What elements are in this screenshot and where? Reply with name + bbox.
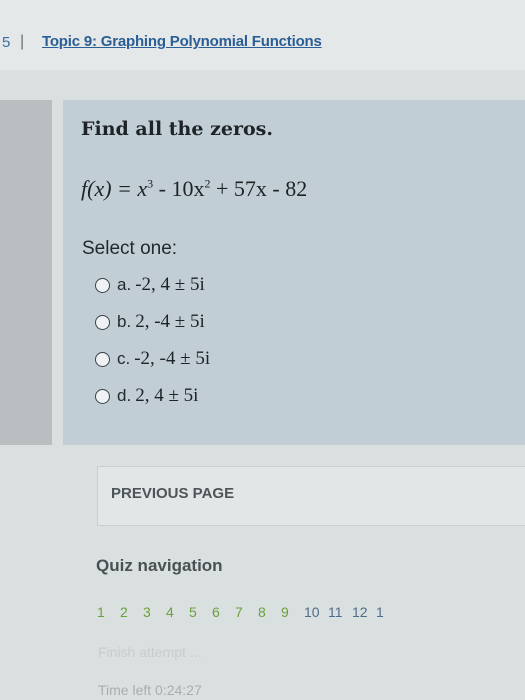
answer-option-c[interactable]: c. -2, -4 ± 5i: [95, 346, 210, 372]
quiz-nav-question-11[interactable]: 11: [328, 604, 352, 620]
quiz-nav-question-12[interactable]: 12: [352, 604, 376, 620]
option-value: -2, 4 ± 5i: [135, 274, 205, 295]
quiz-nav-question-3[interactable]: 3: [143, 604, 166, 620]
left-sidebar-panel: [0, 100, 52, 445]
quiz-nav-question-10[interactable]: 10: [304, 604, 328, 620]
header-bar: 5 | Topic 9: Graphing Polynomial Functio…: [0, 0, 525, 70]
quiz-nav-question-2[interactable]: 2: [120, 604, 143, 620]
quiz-nav-question-4[interactable]: 4: [166, 604, 189, 620]
formula-term-1: x: [137, 176, 148, 201]
answer-option-b[interactable]: b. 2, -4 ± 5i: [95, 309, 205, 335]
previous-page-container: PREVIOUS PAGE: [97, 466, 525, 526]
previous-page-button[interactable]: PREVIOUS PAGE: [111, 485, 234, 502]
answer-option-d[interactable]: d. 2, 4 ± 5i: [95, 383, 198, 409]
option-value: 2, 4 ± 5i: [135, 385, 199, 406]
option-value: 2, -4 ± 5i: [135, 311, 205, 332]
option-letter: b.: [117, 312, 132, 331]
option-value: -2, -4 ± 5i: [134, 348, 211, 369]
quiz-nav-question-7[interactable]: 7: [235, 604, 258, 620]
question-card: Find all the zeros. f(x) = x3 - 10x2 + 5…: [63, 100, 525, 445]
question-heading: Find all the zeros.: [81, 118, 273, 140]
quiz-nav-question-13[interactable]: 1: [376, 604, 400, 620]
formula-lhs: f(x) =: [81, 176, 138, 201]
breadcrumb-fragment[interactable]: 5: [2, 34, 10, 51]
quiz-nav-question-6[interactable]: 6: [212, 604, 235, 620]
breadcrumb-separator: |: [20, 33, 25, 50]
select-one-label: Select one:: [82, 238, 178, 259]
quiz-navigation-numbers: 1 2 3 4 5 6 7 8 9 10 11 12 1: [97, 604, 400, 620]
answer-option-a[interactable]: a. -2, 4 ± 5i: [95, 272, 205, 298]
radio-button-icon[interactable]: [95, 351, 110, 367]
formula-term-3: + 57x - 82: [210, 176, 308, 201]
option-letter: c.: [117, 349, 131, 368]
radio-button-icon[interactable]: [95, 388, 110, 404]
question-formula: f(x) = x3 - 10x2 + 57x - 82: [81, 176, 307, 202]
finish-attempt-link[interactable]: Finish attempt ...: [98, 644, 201, 660]
option-letter: d.: [117, 386, 132, 405]
formula-term-2: - 10x: [153, 176, 205, 201]
time-left-timer: Time left 0:24:27: [98, 682, 202, 698]
radio-button-icon[interactable]: [95, 277, 110, 293]
radio-button-icon[interactable]: [95, 314, 110, 330]
breadcrumb-topic-link[interactable]: Topic 9: Graphing Polynomial Functions: [42, 33, 322, 50]
quiz-nav-question-1[interactable]: 1: [97, 604, 120, 620]
quiz-nav-question-9[interactable]: 9: [281, 604, 304, 620]
option-letter: a.: [117, 275, 132, 294]
quiz-nav-question-5[interactable]: 5: [189, 604, 212, 620]
quiz-nav-question-8[interactable]: 8: [258, 604, 281, 620]
quiz-navigation-title: Quiz navigation: [96, 556, 223, 575]
